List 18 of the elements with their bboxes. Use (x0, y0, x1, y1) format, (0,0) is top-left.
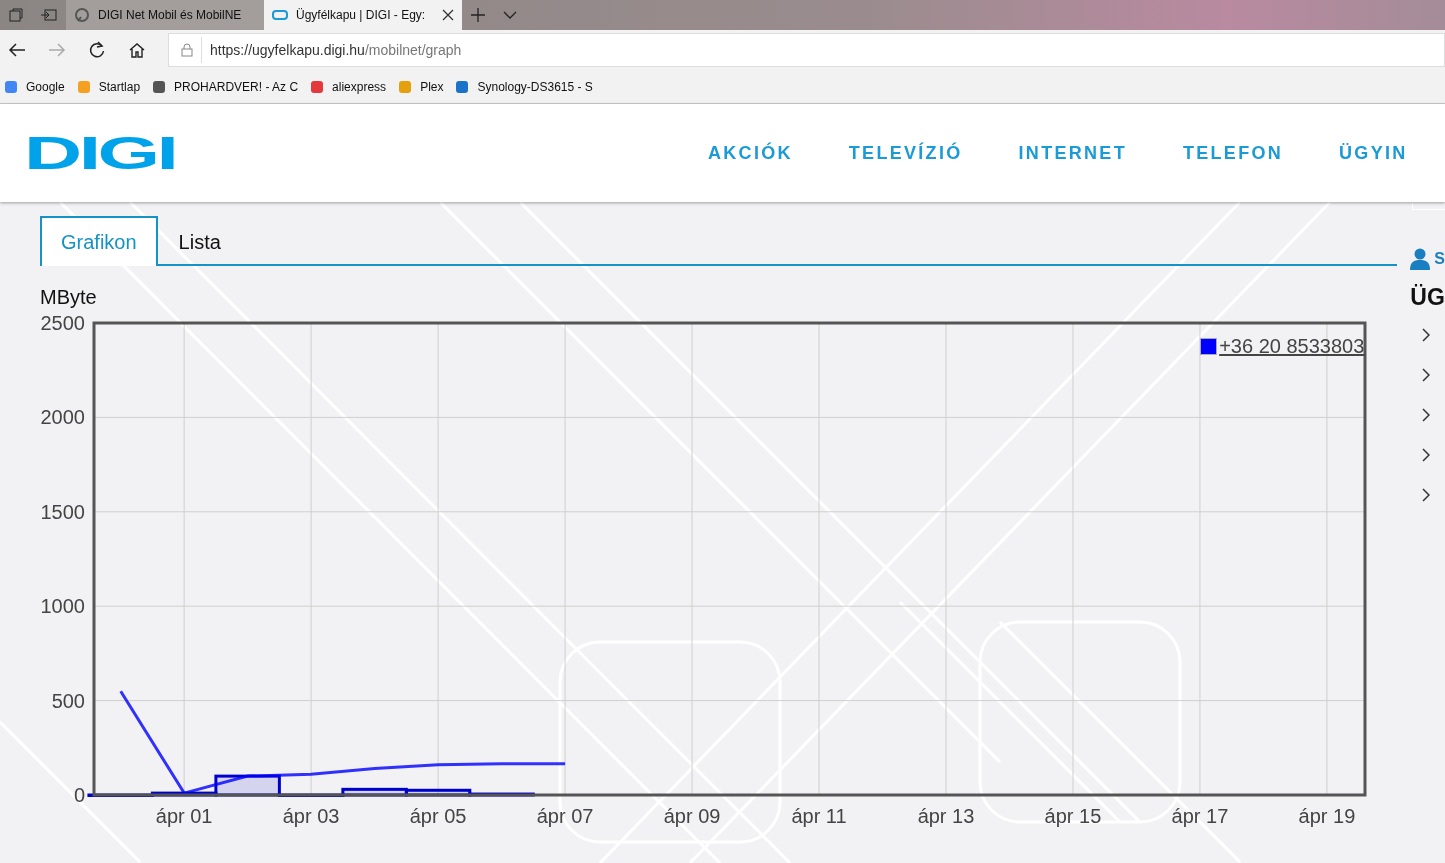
x-tick-label: ápr 03 (282, 805, 340, 827)
x-tick-label: ápr 09 (663, 805, 721, 827)
x-tick-label: ápr 15 (1044, 805, 1102, 827)
x-tick-label: ápr 05 (409, 805, 467, 827)
sidebar-heading: ÜG (1410, 284, 1445, 311)
x-tick-label: ápr 17 (1171, 805, 1229, 827)
axis-unit-label: MByte (40, 286, 98, 308)
y-tick-label: 2000 (40, 406, 85, 429)
y-tick-label: 500 (51, 689, 85, 712)
y-tick-label: 1000 (40, 595, 85, 618)
x-tick-label: ápr 19 (1298, 805, 1356, 827)
y-tick-label: 0 (73, 784, 85, 806)
y-tick-label: 2500 (40, 313, 85, 334)
x-tick-label: ápr 11 (791, 805, 847, 827)
x-tick-label: ápr 07 (536, 805, 594, 827)
x-tick-label: ápr 01 (155, 805, 213, 827)
y-tick-label: 1500 (40, 500, 85, 523)
x-tick-label: ápr 13 (917, 805, 975, 827)
